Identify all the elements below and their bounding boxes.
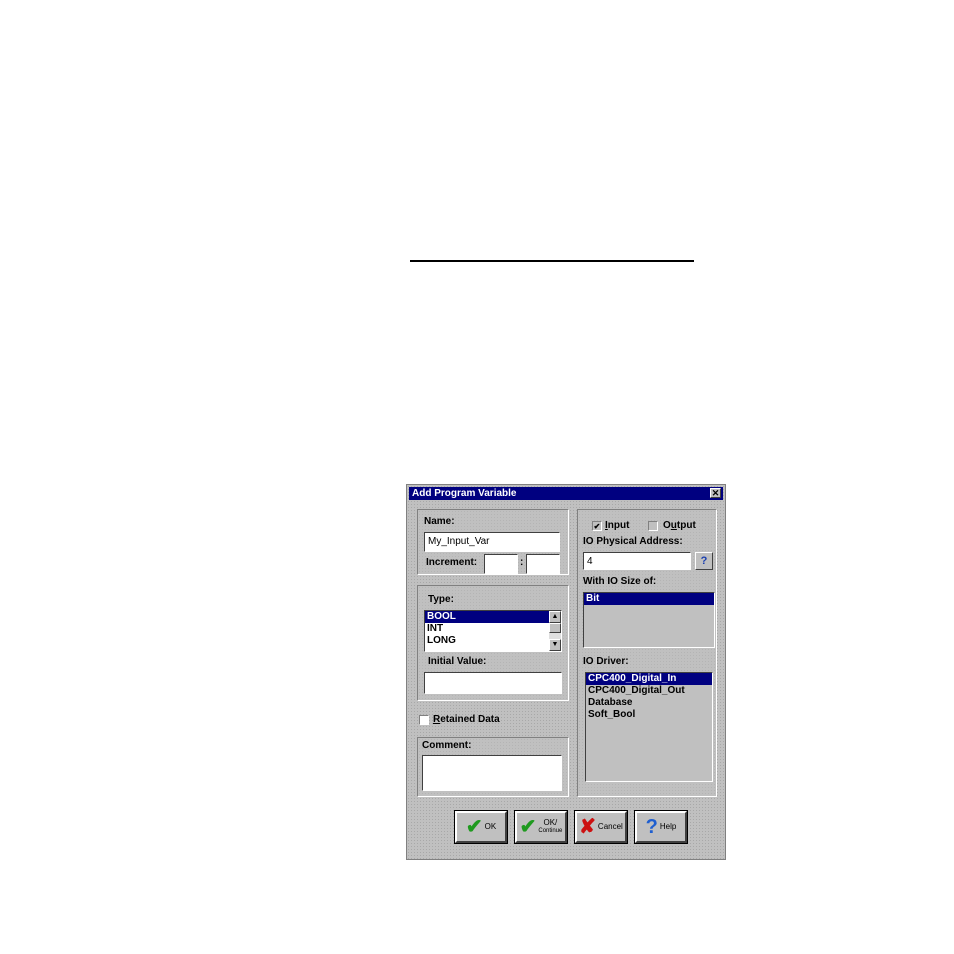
add-program-variable-dialog: Add Program Variable ✕ Name: My_Input_Va…: [406, 484, 726, 860]
output-label[interactable]: Output: [663, 520, 696, 531]
io-driver-option[interactable]: Database: [586, 697, 712, 709]
ok-continue-top: OK/: [543, 818, 558, 827]
io-size-label: With IO Size of:: [583, 576, 657, 587]
name-label: Name:: [424, 516, 455, 527]
io-panel: ✔ Input Output IO Physical Address: 4 ? …: [577, 509, 717, 797]
input-label[interactable]: Input: [605, 520, 629, 531]
name-panel: Name: My_Input_Var Increment: :: [417, 509, 569, 575]
ok-button-label: OK: [484, 822, 497, 831]
retained-data-label[interactable]: Retained Data: [433, 714, 500, 725]
page-horizontal-rule: [410, 260, 694, 262]
question-icon: ?: [700, 555, 708, 567]
question-icon: ?: [645, 816, 658, 838]
check-icon: ✔: [465, 816, 483, 838]
ok-continue-bottom: Continue: [538, 828, 563, 834]
comment-label: Comment:: [422, 740, 472, 751]
retained-data-label-rest: etained Data: [440, 714, 500, 725]
type-scrollbar[interactable]: ▲ ▼: [549, 611, 561, 651]
type-option-bool[interactable]: BOOL: [425, 611, 561, 623]
check-icon: ✔: [593, 522, 601, 531]
increment-input-a[interactable]: [484, 554, 518, 574]
type-listbox[interactable]: BOOL INT LONG ▲ ▼: [424, 610, 562, 652]
io-driver-option[interactable]: CPC400_Digital_In: [586, 673, 712, 685]
close-icon: ✕: [711, 488, 720, 498]
retained-data-checkbox[interactable]: [419, 715, 429, 725]
io-driver-option[interactable]: CPC400_Digital_Out: [586, 685, 712, 697]
dialog-title: Add Program Variable: [412, 488, 517, 499]
io-address-input[interactable]: 4: [583, 552, 691, 570]
name-input[interactable]: My_Input_Var: [424, 532, 560, 552]
cancel-button[interactable]: ✘ Cancel: [574, 810, 628, 844]
initial-value-label: Initial Value:: [428, 656, 487, 667]
cancel-button-label: Cancel: [597, 822, 623, 831]
scroll-down-icon[interactable]: ▼: [549, 639, 561, 651]
io-size-option-bit[interactable]: Bit: [584, 593, 714, 605]
type-option-int[interactable]: INT: [425, 623, 561, 635]
type-panel: Type: BOOL INT LONG ▲ ▼ Initial Value:: [417, 585, 569, 701]
ok-button[interactable]: ✔ OK: [454, 810, 508, 844]
io-driver-listbox[interactable]: CPC400_Digital_In CPC400_Digital_Out Dat…: [585, 672, 713, 782]
comment-input[interactable]: [422, 755, 562, 791]
type-option-long[interactable]: LONG: [425, 635, 561, 647]
io-size-listbox[interactable]: Bit: [583, 592, 715, 648]
ok-continue-button[interactable]: ✔ OK/ Continue: [514, 810, 568, 844]
scroll-thumb[interactable]: [549, 623, 561, 633]
dialog-titlebar[interactable]: Add Program Variable ✕: [409, 487, 723, 500]
input-checkbox[interactable]: ✔: [592, 521, 602, 531]
increment-input-b[interactable]: [526, 554, 560, 574]
output-checkbox[interactable]: [648, 521, 658, 531]
help-button[interactable]: ? Help: [634, 810, 688, 844]
io-driver-option[interactable]: Soft_Bool: [586, 709, 712, 721]
comment-panel: Comment:: [417, 737, 569, 797]
io-driver-label: IO Driver:: [583, 656, 629, 667]
cross-icon: ✘: [579, 816, 596, 838]
ok-continue-label: OK/ Continue: [538, 819, 562, 835]
help-button-label: Help: [659, 822, 677, 831]
io-address-label: IO Physical Address:: [583, 536, 683, 547]
scroll-up-icon[interactable]: ▲: [549, 611, 561, 623]
io-address-help-button[interactable]: ?: [695, 552, 713, 570]
check-icon: ✔: [519, 816, 537, 838]
initial-value-input[interactable]: [424, 672, 562, 694]
close-button[interactable]: ✕: [710, 488, 721, 498]
type-label: Type:: [428, 594, 454, 605]
increment-label: Increment:: [426, 557, 478, 568]
increment-separator: :: [520, 557, 524, 568]
